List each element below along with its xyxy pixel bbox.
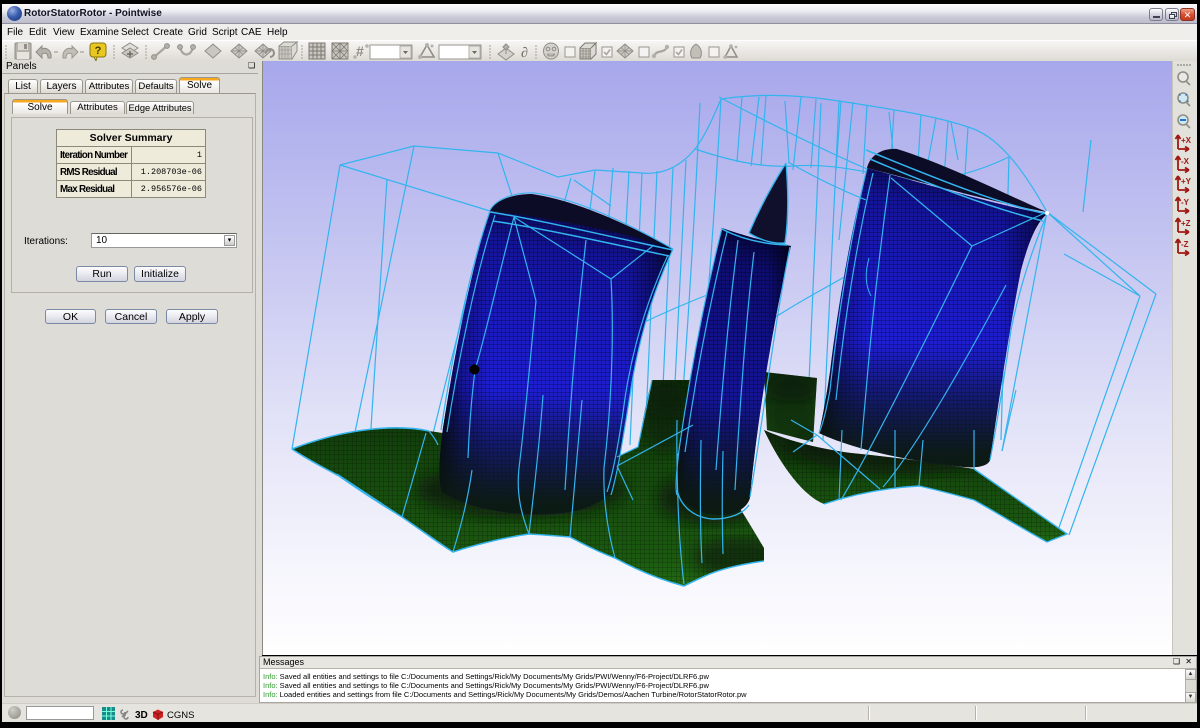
svg-text:?: ? (95, 45, 102, 57)
svg-text:+X: +X (1181, 136, 1192, 145)
svg-text:∂: ∂ (521, 46, 528, 61)
svg-text:+Z: +Z (1181, 219, 1191, 228)
svg-text:#: # (356, 43, 364, 59)
svg-text:-Y: -Y (1181, 198, 1190, 207)
svg-text:-Z: -Z (1181, 240, 1189, 249)
svg-text:-X: -X (1181, 157, 1190, 166)
svg-text:CGNS: CGNS (167, 710, 194, 721)
svg-text:3D: 3D (135, 710, 148, 721)
svg-text:+Y: +Y (1181, 177, 1192, 186)
